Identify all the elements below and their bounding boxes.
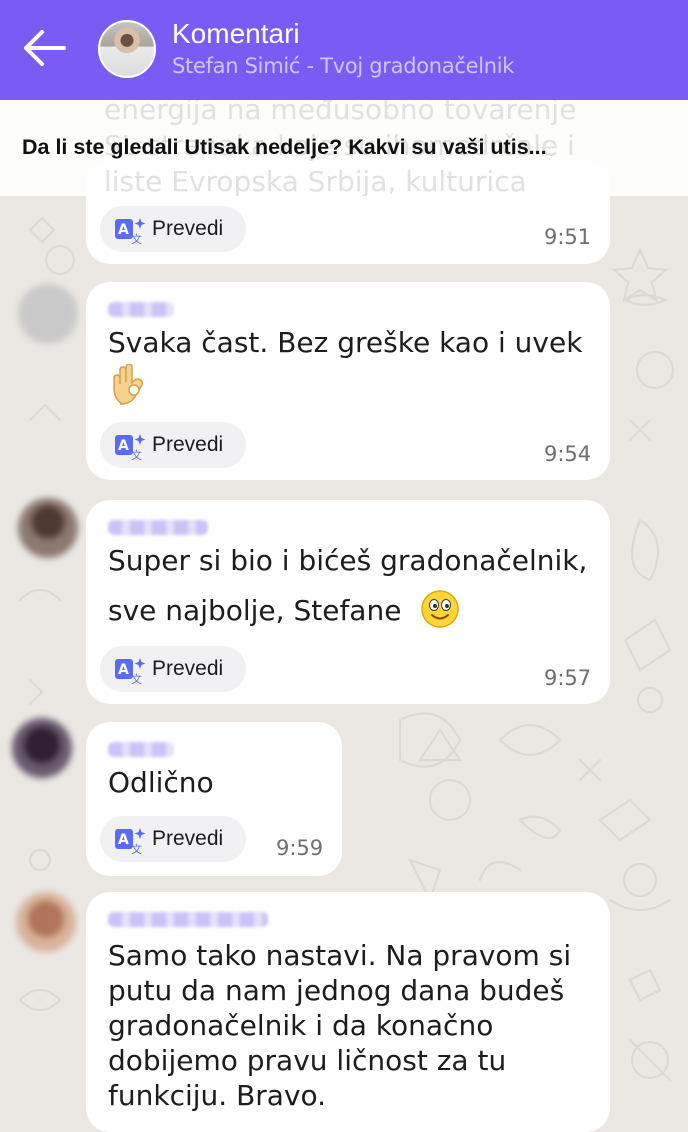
translate-label: Prevedi <box>152 433 224 456</box>
arrow-left-icon[interactable] <box>22 28 68 68</box>
user-avatar[interactable] <box>18 498 78 558</box>
comment-bubble: Odlično A 文 Prevedi 9:59 <box>86 722 342 876</box>
comment-time: 9:59 <box>276 836 324 860</box>
comment-text-line: Super si bio i bićeš gradonačelnik, <box>108 544 588 577</box>
comment-bubble: Svaka čast. Bez greške kao i uvek A 文 Pr… <box>86 282 610 480</box>
svg-text:A: A <box>118 662 129 678</box>
svg-text:A: A <box>118 438 129 454</box>
user-avatar[interactable] <box>12 718 72 778</box>
translate-button[interactable]: A 文 Prevedi <box>100 816 246 862</box>
app-header: Komentari Stefan Simić - Tvoj gradonačel… <box>0 0 688 100</box>
translate-button[interactable]: A 文 Prevedi <box>100 206 246 252</box>
comment-text-line: gradonačelnik i da konačno <box>108 1009 494 1042</box>
comment-text: Odlično <box>108 766 214 799</box>
commenter-name-blurred[interactable] <box>108 302 174 317</box>
svg-text:文: 文 <box>131 842 142 854</box>
user-avatar[interactable] <box>18 284 78 344</box>
comment-time: 9:57 <box>544 666 592 690</box>
comment-text: Svaka čast. Bez greške kao i uvek <box>108 326 583 359</box>
comment-text-line: dobijemo pravu ličnost za tu <box>108 1044 507 1077</box>
page-title: Komentari <box>172 18 300 49</box>
comment-text-line: funkciju. Bravo. <box>108 1079 327 1112</box>
comment-text-part: sve najbolje, Stefane <box>108 594 402 627</box>
svg-text:文: 文 <box>131 448 142 460</box>
page-subtitle: Stefan Simić - Tvoj gradonačelnik <box>172 54 515 78</box>
header-avatar[interactable] <box>98 20 156 78</box>
translate-label: Prevedi <box>152 217 224 240</box>
pinned-question-text: Da li ste gledali Utisak nedelje? Kakvi … <box>22 135 547 159</box>
svg-text:文: 文 <box>131 672 142 684</box>
commenter-name-blurred[interactable] <box>108 520 208 535</box>
translate-icon: A 文 <box>115 828 146 854</box>
comment-bubble: Samo tako nastavi. Na pravom si putu da … <box>86 892 610 1132</box>
svg-text:A: A <box>118 832 129 848</box>
translate-label: Prevedi <box>152 827 224 850</box>
comment-text-line: putu da nam jednog dana budeš <box>108 974 565 1007</box>
comment-time: 9:54 <box>544 442 592 466</box>
comment-bubble: Super si bio i bićeš gradonačelnik, sve … <box>86 500 610 704</box>
comment-text-line: sve najbolje, Stefane <box>108 590 460 629</box>
translate-button[interactable]: A 文 Prevedi <box>100 646 246 692</box>
comment-time: 9:51 <box>544 225 592 249</box>
svg-text:A: A <box>118 222 129 238</box>
svg-text:文: 文 <box>131 232 142 244</box>
pinned-question-bar[interactable]: energija na međusobno tovarenje SL stran… <box>0 100 688 196</box>
user-avatar[interactable] <box>16 892 76 952</box>
ok-hand-emoji <box>113 364 144 405</box>
smiling-face-emoji <box>421 590 460 628</box>
commenter-name-blurred[interactable] <box>108 912 268 927</box>
translate-button[interactable]: A 文 Prevedi <box>100 422 246 468</box>
translate-icon: A 文 <box>115 218 146 244</box>
translate-icon: A 文 <box>115 658 146 684</box>
translate-icon: A 文 <box>115 434 146 460</box>
comment-text-line: Samo tako nastavi. Na pravom si <box>108 939 572 972</box>
commenter-name-blurred[interactable] <box>108 742 174 757</box>
translate-label: Prevedi <box>152 657 224 680</box>
